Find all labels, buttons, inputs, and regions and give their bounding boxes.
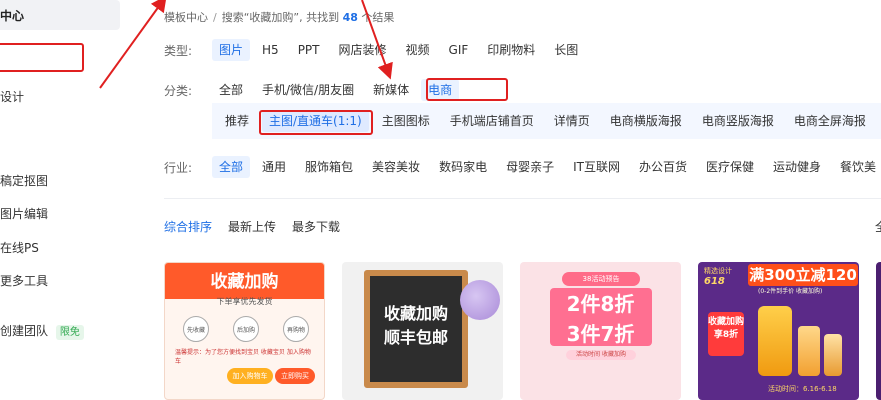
type-filter-label: 类型: [164,43,193,58]
card-date: 活动时间：6.16-6.18 [768,385,837,393]
subcategory-chip-horizontal-poster[interactable]: 电商横版海报 [603,110,689,132]
industry-chip-fitness[interactable]: 运动健身 [766,156,828,178]
type-chip-gif[interactable]: GIF [442,39,476,61]
card-618: 618 [704,276,725,287]
breadcrumb: 模板中心 / 搜索“收藏加购”, 共找到 48 个结果 [164,9,394,25]
industry-chip-office[interactable]: 办公百货 [632,156,694,178]
type-chip-h5[interactable]: H5 [255,39,286,61]
type-chip-print[interactable]: 印刷物料 [480,39,542,61]
category-chip-new-media[interactable]: 新媒体 [366,79,416,101]
chalkboard-line-1: 收藏加购 [383,304,448,323]
sidebar-item-label: 图片编辑 [0,207,49,221]
free-badge: 限免 [55,325,84,340]
sidebar-item-label: 稿定抠图 [0,174,49,188]
card-badge: 精选设计 [704,267,732,275]
product-bottle [798,326,820,376]
sidebar-item-create-team[interactable]: 创建团队 限免 [0,322,84,340]
subcategory-chip-vertical-poster[interactable]: 电商竖版海报 [695,110,781,132]
industry-chip-apparel[interactable]: 服饰箱包 [298,156,360,178]
industry-filter-row: 行业: 全部 通用 服饰箱包 美容美妆 数码家电 母婴亲子 IT互联网 办公百货… [164,155,881,179]
category-chip-all[interactable]: 全部 [212,79,250,101]
sort-bar: 综合排序 最新上传 最多下载 [164,218,356,235]
sidebar-item-image-edit[interactable]: 图片编辑 [0,205,48,222]
card-sale-banner: 满300立减120 [748,264,858,286]
breadcrumb-separator: / [213,11,217,24]
product-bottle [758,306,792,376]
sidebar-item-online-ps[interactable]: 在线PS [0,239,39,256]
template-card-5[interactable] [876,262,881,400]
breadcrumb-home[interactable]: 模板中心 [164,11,208,24]
result-suffix: 个结果 [361,11,395,24]
industry-filter-label: 行业: [164,160,193,175]
card-step-2: 后加购 [233,316,259,342]
card-step-3: 再购物 [283,316,309,342]
sidebar-item-cutout[interactable]: 稿定抠图 [0,172,48,189]
sidebar-item-label: 更多工具 [0,274,49,288]
industry-chip-digital[interactable]: 数码家电 [432,156,494,178]
category-filter-row: 分类: 全部 手机/微信/朋友圈 新媒体 电商 [164,78,464,102]
sidebar-item-template-center[interactable]: 中心 [0,0,120,30]
main-content: 模板中心 / 搜索“收藏加购”, 共找到 48 个结果 类型: 图片 H5 PPT … [150,0,881,400]
card-note: 温馨提示：为了您方便找到宝贝 收藏宝贝 加入购物车 [175,349,311,365]
sort-edge-option[interactable]: 全 [875,218,881,235]
result-count: 48 [342,11,358,24]
card-title: 收藏加购 [210,272,279,292]
chalkboard: 收藏加购 顺丰包邮 [364,270,468,388]
card-buy-button: 立即购买 [275,368,315,384]
chalkboard-text: 收藏加购 顺丰包邮 [370,302,462,350]
template-card-2[interactable]: 收藏加购 顺丰包邮 [342,262,503,400]
template-card-4[interactable]: 精选设计 618 满300立减120 (0-2件到手价 收藏加购) 收藏加购享8… [698,262,859,400]
divider [164,198,881,199]
type-chip-long-image[interactable]: 长图 [547,39,585,61]
sidebar-item-label: 创建团队 [0,324,49,338]
sidebar-item-label: 在线PS [0,241,39,255]
industry-chip-food[interactable]: 餐饮美 [833,156,881,178]
sidebar-item-design[interactable]: 设计 [0,88,24,105]
subcategory-chip-detail-page[interactable]: 详情页 [547,110,597,132]
sidebar-item-label: 中心 [0,9,25,23]
industry-chip-general[interactable]: 通用 [255,156,293,178]
card-add-cart-button: 加入购物车 [227,368,273,384]
subcategory-chip-mobile-home[interactable]: 手机端店铺首页 [443,110,541,132]
sidebar-item-label: 设计 [0,90,25,104]
template-card-3[interactable]: 38活动预告 2件8折 3件7折 活动时间 收藏加购 [520,262,681,400]
sort-option-overall[interactable]: 综合排序 [164,218,212,235]
flower-decoration [460,280,500,320]
subcategory-chip-main-icon[interactable]: 主图图标 [375,110,437,132]
industry-chip-health[interactable]: 医疗保健 [699,156,761,178]
subcategory-chip-main-image[interactable]: 主图/直通车(1:1) [262,110,369,132]
sort-option-newest[interactable]: 最新上传 [228,218,276,235]
subcategory-chip-recommended[interactable]: 推荐 [218,110,256,132]
chalkboard-line-2: 顺丰包邮 [383,328,448,347]
product-bottle [824,334,842,376]
type-filter-row: 类型: 图片 H5 PPT 网店装修 视频 GIF 印刷物料 长图 [164,38,590,62]
sidebar: 中心 设计 稿定抠图 图片编辑 在线PS 更多工具 创建团队 限免 [0,0,128,400]
template-card-1[interactable]: 收藏加购 下单享优先发货 先收藏 后加购 再购物 温馨提示：为了您方便找到宝贝 … [164,262,325,400]
card-sale-sub: (0-2件到手价 收藏加购) [758,288,823,295]
card-tag: 38活动预告 [562,272,640,286]
card-offer-2: 3件7折 [566,322,635,346]
industry-chip-all[interactable]: 全部 [212,156,251,178]
category-chip-ecommerce[interactable]: 电商 [421,79,460,101]
category-chip-social[interactable]: 手机/微信/朋友圈 [255,79,361,101]
industry-chip-it[interactable]: IT互联网 [566,156,627,178]
subcategory-chip-fullscreen-poster[interactable]: 电商全屏海报 [787,110,873,132]
search-summary: 搜索“收藏加购”, 共找到 [221,11,340,24]
industry-chip-beauty[interactable]: 美容美妆 [365,156,427,178]
card-step-1: 先收藏 [183,316,209,342]
type-chip-ppt[interactable]: PPT [291,39,327,61]
type-chip-video[interactable]: 视频 [399,39,437,61]
type-chip-shop-decor[interactable]: 网店装修 [332,39,394,61]
type-chip-image[interactable]: 图片 [212,39,251,61]
industry-chip-baby[interactable]: 母婴亲子 [499,156,561,178]
card-gift-badge: 收藏加购享8折 [708,312,744,356]
card-subtitle: 下单享优先发货 [216,297,273,306]
category-filter-label: 分类: [164,83,193,98]
card-footer: 活动时间 收藏加购 [566,350,636,360]
card-offer-1: 2件8折 [566,292,635,316]
sort-option-most-downloads[interactable]: 最多下载 [292,218,340,235]
subcategory-panel: 推荐 主图/直通车(1:1) 主图图标 手机端店铺首页 详情页 电商横版海报 电… [212,103,881,139]
sidebar-item-more-tools[interactable]: 更多工具 [0,272,48,289]
